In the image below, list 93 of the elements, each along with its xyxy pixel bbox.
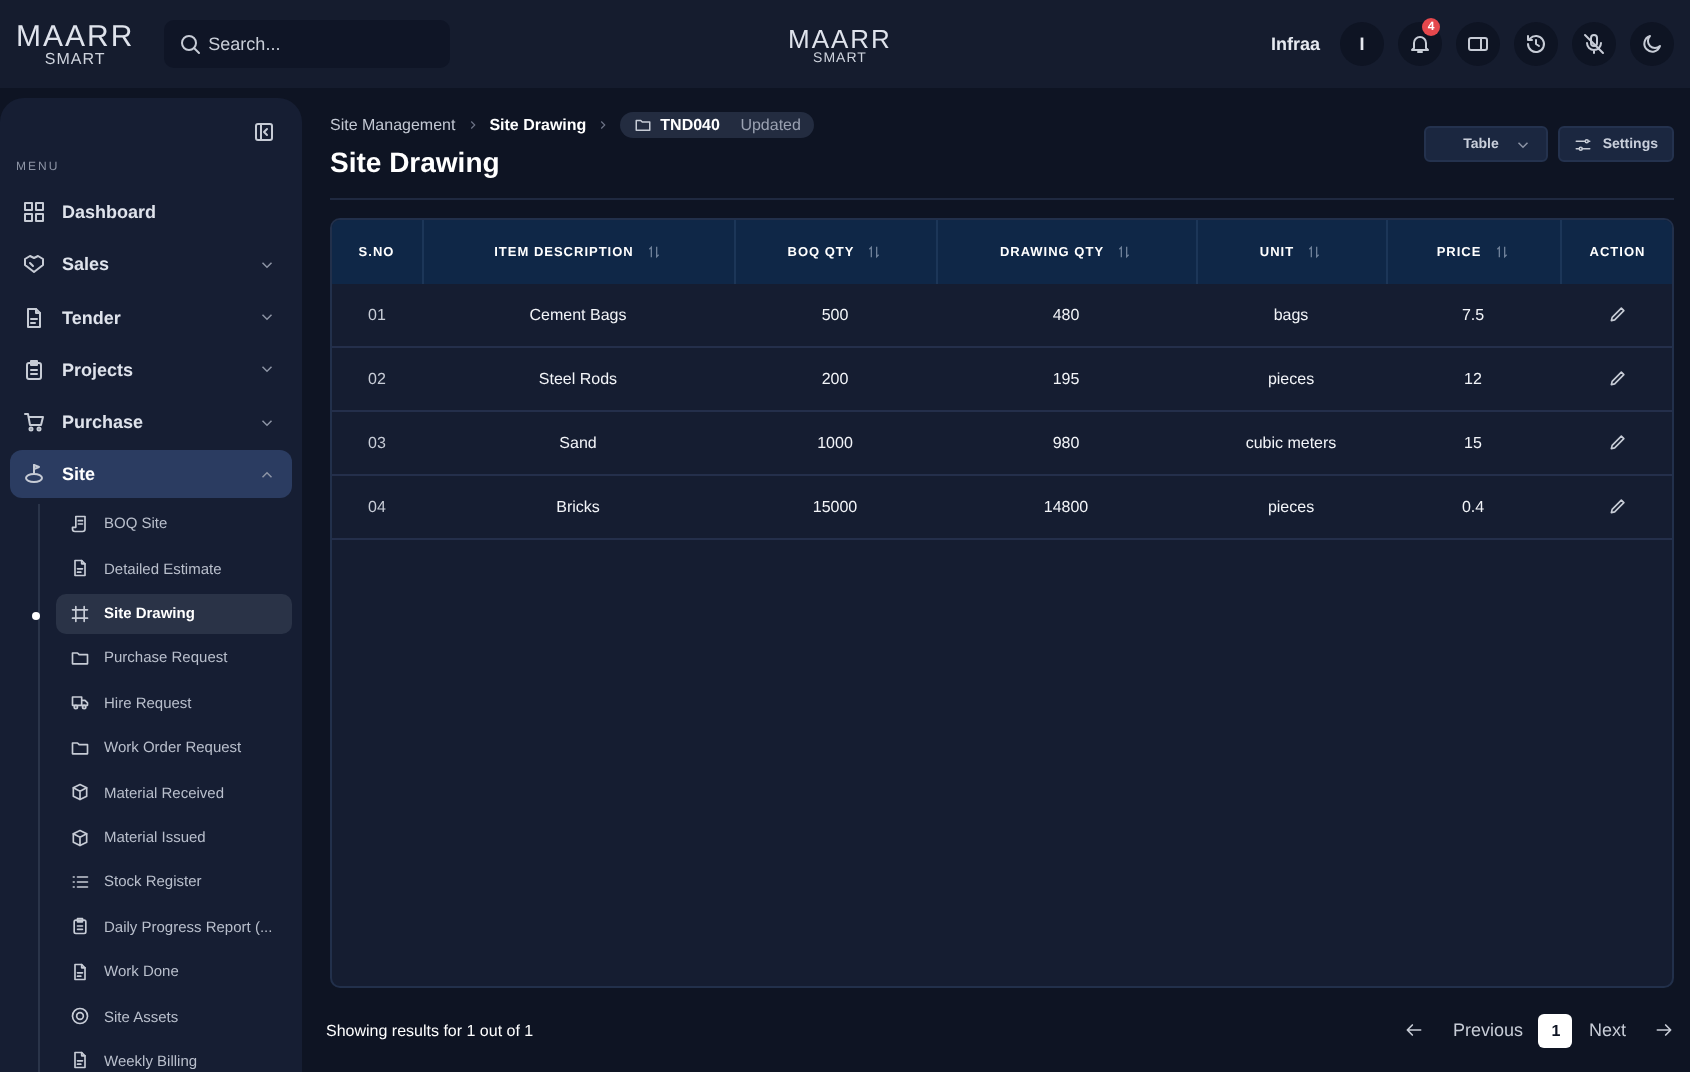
- avatar-button[interactable]: I: [1340, 22, 1384, 66]
- sort-icon: [1306, 244, 1323, 260]
- bell-icon: [1408, 32, 1432, 56]
- sliders-icon: [1574, 135, 1593, 153]
- edit-button[interactable]: [1607, 303, 1627, 323]
- table-cell: bags: [1196, 284, 1386, 347]
- breadcrumb-link[interactable]: Site Drawing: [489, 116, 587, 134]
- mute-button[interactable]: [1572, 22, 1616, 66]
- table-cell: 02: [332, 347, 422, 411]
- breadcrumb-link[interactable]: Site Management: [330, 116, 456, 134]
- table-cell: 200: [734, 347, 936, 411]
- chevron-right-icon: [465, 118, 480, 132]
- frame-icon: [70, 603, 90, 624]
- document-icon: [22, 305, 46, 330]
- sort-icon: [1116, 244, 1133, 260]
- pencil-icon: [1607, 367, 1627, 387]
- scroll-icon: [70, 513, 90, 534]
- sidebar-item[interactable]: Site: [10, 450, 292, 499]
- theme-button[interactable]: [1630, 22, 1674, 66]
- active-dot: [32, 611, 40, 620]
- table-cell: 04: [332, 475, 422, 539]
- flag-icon: [22, 462, 46, 487]
- table-cell: Bricks: [422, 475, 734, 539]
- page-title: Site Drawing: [330, 146, 502, 178]
- document-icon: [70, 1050, 90, 1071]
- sidebar-item[interactable]: Tender: [10, 293, 292, 342]
- pencil-icon: [1607, 431, 1627, 451]
- ticket-button[interactable]: [1456, 22, 1500, 66]
- folder-icon: [70, 647, 90, 668]
- clipboard-icon: [70, 916, 90, 937]
- sort-icon: [866, 244, 883, 260]
- history-icon: [1524, 32, 1548, 56]
- table-cell: 980: [936, 411, 1196, 475]
- folder-icon: [70, 737, 90, 758]
- pencil-icon: [1607, 495, 1627, 515]
- arrow-left-icon: [1404, 1020, 1425, 1040]
- pencil-icon: [1607, 303, 1627, 323]
- arrow-right-icon: [1654, 1020, 1674, 1040]
- table-cell: Sand: [422, 411, 734, 475]
- history-button[interactable]: [1514, 22, 1558, 66]
- folder-icon: [634, 116, 653, 134]
- search-field[interactable]: Search...: [164, 20, 451, 68]
- project-tag: TND040 Updated: [620, 112, 815, 138]
- chevron-right-icon: [596, 118, 611, 132]
- collapse-icon: [252, 120, 276, 144]
- document-icon: [70, 961, 90, 982]
- table-cell: 500: [734, 284, 936, 347]
- logo-word: MAARR: [16, 21, 135, 51]
- user-name: Infraa: [1270, 34, 1320, 54]
- logo-word: MAARR: [788, 26, 892, 52]
- table-cell: 12: [1386, 347, 1560, 411]
- edit-button[interactable]: [1607, 495, 1627, 515]
- logo-subtitle: SMART: [44, 51, 106, 67]
- cart-icon: [22, 410, 46, 435]
- table-cell: Steel Rods: [422, 347, 734, 411]
- table-cell: 03: [332, 411, 422, 475]
- table-cell: 15000: [734, 475, 936, 539]
- table-cell: 15: [1386, 411, 1560, 475]
- moon-icon: [1640, 32, 1664, 56]
- truck-icon: [70, 692, 90, 713]
- sort-icon: [1493, 244, 1510, 260]
- edit-button[interactable]: [1607, 431, 1627, 451]
- edit-button[interactable]: [1607, 367, 1627, 387]
- target-icon: [70, 1006, 90, 1027]
- document-icon: [70, 558, 90, 579]
- grid-icon: [22, 200, 46, 224]
- table-cell: pieces: [1196, 347, 1386, 411]
- table-cell: 7.5: [1386, 284, 1560, 347]
- sidebar-item[interactable]: Sales: [10, 240, 292, 289]
- list-icon: [70, 871, 90, 892]
- table-cell: 14800: [936, 475, 1196, 539]
- table-cell: cubic meters: [1196, 411, 1386, 475]
- table-cell: pieces: [1196, 475, 1386, 539]
- table-cell: 195: [936, 347, 1196, 411]
- table-cell: 0.4: [1386, 475, 1560, 539]
- page-button[interactable]: 1: [1538, 1013, 1573, 1047]
- previous-button[interactable]: Previous: [1404, 1020, 1523, 1040]
- table-cell: 1000: [734, 411, 936, 475]
- next-button[interactable]: Next: [1588, 1020, 1674, 1040]
- sidebar-item[interactable]: Dashboard: [10, 188, 292, 236]
- results-summary: Showing results for 1 out of 1: [326, 1021, 534, 1039]
- sidebar-item[interactable]: Purchase: [10, 398, 292, 447]
- microphone-off-icon: [1582, 32, 1606, 56]
- sidebar-item[interactable]: Projects: [10, 345, 292, 394]
- collapse-sidebar-button[interactable]: [252, 120, 276, 144]
- box-icon: [70, 827, 90, 848]
- table-cell: 01: [332, 284, 422, 347]
- box-icon: [70, 782, 90, 803]
- sort-icon: [645, 244, 662, 260]
- search-icon: [178, 32, 203, 56]
- clipboard-icon: [22, 357, 46, 382]
- table-cell: 480: [936, 284, 1196, 347]
- table-cell: Cement Bags: [422, 284, 734, 347]
